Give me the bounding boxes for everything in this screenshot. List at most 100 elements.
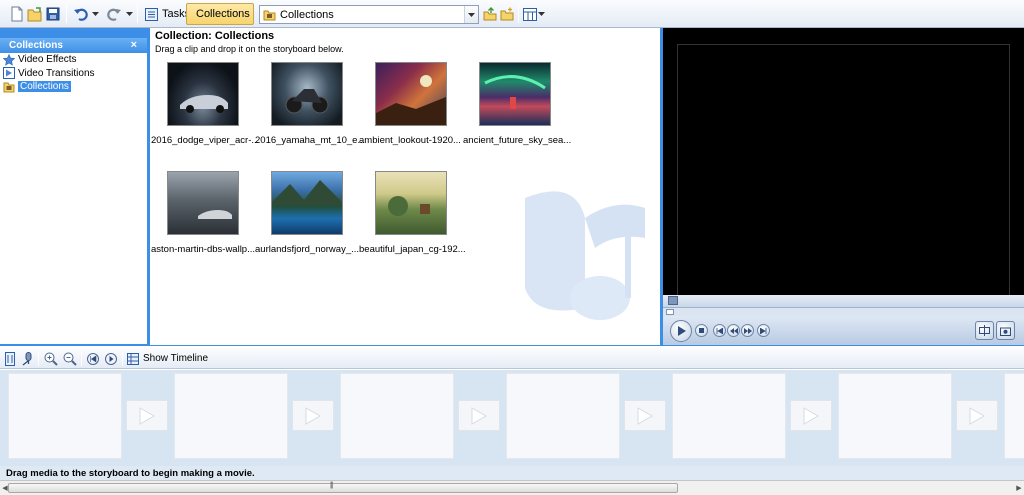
- storyboard-toolbar: Show Timeline: [0, 348, 1024, 369]
- previous-frame-icon[interactable]: [713, 324, 726, 337]
- storyboard-video-slot[interactable]: [506, 373, 620, 459]
- clip-item[interactable]: 2016_dodge_viper_acr-...: [150, 62, 260, 146]
- main-toolbar: Tasks Collections Collections: [0, 0, 1024, 28]
- set-audio-levels-icon[interactable]: [3, 349, 17, 369]
- new-collection-folder-icon[interactable]: [499, 4, 515, 24]
- zoom-in-icon[interactable]: [43, 349, 59, 369]
- tree-item-video-transitions[interactable]: Video Transitions: [0, 67, 147, 81]
- collection-select-value: Collections: [280, 8, 334, 21]
- view-options-icon[interactable]: [522, 4, 538, 24]
- storyboard-transition-slot[interactable]: [126, 400, 168, 431]
- star-icon: [3, 53, 15, 66]
- narrate-timeline-icon[interactable]: [20, 349, 34, 369]
- undo-icon[interactable]: [72, 4, 90, 24]
- clip-item[interactable]: beautiful_japan_cg-192...: [358, 171, 468, 255]
- storyboard-video-slot[interactable]: [8, 373, 122, 459]
- storyboard-video-slot[interactable]: [672, 373, 786, 459]
- toolbar-separator: [122, 351, 123, 366]
- storyboard-transition-slot[interactable]: [458, 400, 500, 431]
- transition-placeholder-icon: [803, 406, 820, 425]
- tree-item-video-effects[interactable]: Video Effects: [0, 53, 147, 67]
- split-clip-icon[interactable]: [975, 321, 994, 340]
- collection-select[interactable]: Collections: [259, 5, 479, 24]
- clip-thumbnail[interactable]: [271, 62, 343, 126]
- playback-controls: [663, 316, 1024, 345]
- toolbar-separator: [518, 5, 519, 23]
- redo-dropdown-icon[interactable]: [125, 4, 133, 24]
- clip-thumbnail[interactable]: [479, 62, 551, 126]
- zoom-out-icon[interactable]: [62, 349, 78, 369]
- up-one-level-icon[interactable]: [482, 4, 498, 24]
- storyboard-transition-slot[interactable]: [790, 400, 832, 431]
- rewind-icon[interactable]: [727, 324, 740, 337]
- clip-thumbnail[interactable]: [167, 171, 239, 235]
- clip-name: aston-martin-dbs-wallp...: [151, 244, 256, 255]
- clip-thumbnail[interactable]: [167, 62, 239, 126]
- new-project-icon[interactable]: [9, 4, 25, 24]
- storyboard-transition-slot[interactable]: [624, 400, 666, 431]
- undo-dropdown-icon[interactable]: [91, 4, 99, 24]
- stop-icon[interactable]: [695, 324, 708, 337]
- toolbar-separator: [38, 351, 39, 366]
- chevron-down-icon[interactable]: [464, 6, 478, 23]
- storyboard-transition-slot[interactable]: [956, 400, 998, 431]
- fullscreen-icon[interactable]: [668, 296, 678, 305]
- transition-placeholder-icon: [139, 406, 156, 425]
- clip-item[interactable]: ambient_lookout-1920...: [358, 62, 468, 146]
- storyboard-video-slot[interactable]: [340, 373, 454, 459]
- clip-item[interactable]: aston-martin-dbs-wallp...: [150, 171, 260, 255]
- play-icon[interactable]: [670, 320, 692, 342]
- tree-item-label: Video Effects: [18, 54, 77, 66]
- scroll-thumb[interactable]: [8, 483, 678, 493]
- clip-thumbnail[interactable]: [375, 62, 447, 126]
- seek-bar[interactable]: [663, 307, 1024, 316]
- collections-folder-icon: [263, 10, 276, 20]
- scroll-right-icon[interactable]: ▶: [1014, 483, 1024, 493]
- open-project-icon[interactable]: [27, 4, 43, 24]
- preview-monitor: [663, 28, 1024, 345]
- tree-item-collections[interactable]: Collections: [0, 80, 147, 94]
- collections-label: Collections: [196, 8, 250, 20]
- film-music-watermark-icon: [515, 178, 655, 341]
- view-dropdown-icon[interactable]: [537, 4, 545, 24]
- show-timeline-button[interactable]: Show Timeline: [127, 350, 208, 367]
- show-timeline-label: Show Timeline: [143, 353, 209, 364]
- clip-name: beautiful_japan_cg-192...: [359, 244, 466, 255]
- pane-header: Collections ×: [0, 38, 147, 53]
- storyboard-video-slot[interactable]: [174, 373, 288, 459]
- clip-item[interactable]: ancient_future_sky_sea...: [462, 62, 572, 146]
- storyboard-video-slot[interactable]: [1004, 373, 1024, 459]
- collections-folder-icon: [3, 81, 15, 93]
- pane-title: Collections: [9, 40, 63, 51]
- clip-thumbnail[interactable]: [375, 171, 447, 235]
- rewind-storyboard-icon[interactable]: [86, 349, 100, 369]
- storyboard-video-slot[interactable]: [838, 373, 952, 459]
- take-picture-icon[interactable]: [996, 321, 1015, 340]
- storyboard-scrollbar[interactable]: ◀ ||| ▶: [0, 480, 1024, 495]
- clip-name: ambient_lookout-1920...: [359, 135, 461, 146]
- preview-status-strip: [663, 295, 1024, 307]
- clip-name: 2016_dodge_viper_acr-...: [151, 135, 260, 146]
- contents-subtitle: Drag a clip and drop it on the storyboar…: [155, 44, 344, 54]
- close-icon[interactable]: ×: [131, 39, 137, 51]
- fast-forward-icon[interactable]: [741, 324, 754, 337]
- transition-icon: [3, 67, 15, 80]
- clip-item[interactable]: 2016_yamaha_mt_10_e...: [254, 62, 364, 146]
- storyboard-transition-slot[interactable]: [292, 400, 334, 431]
- toolbar-separator: [66, 5, 67, 23]
- clip-item[interactable]: aurlandsfjord_norway_...: [254, 171, 364, 255]
- seek-handle[interactable]: [666, 309, 674, 315]
- transition-placeholder-icon: [471, 406, 488, 425]
- clip-name: aurlandsfjord_norway_...: [255, 244, 360, 255]
- clip-thumbnail[interactable]: [271, 171, 343, 235]
- next-frame-icon[interactable]: [757, 324, 770, 337]
- collections-pane: Collections × Video Effects Video Transi…: [0, 38, 147, 344]
- save-icon[interactable]: [45, 4, 61, 24]
- tree-item-label: Video Transitions: [18, 67, 95, 79]
- storyboard[interactable]: [0, 370, 1024, 466]
- play-storyboard-icon[interactable]: [104, 349, 118, 369]
- status-message: Drag media to the storyboard to begin ma…: [0, 466, 1024, 480]
- redo-icon[interactable]: [105, 4, 123, 24]
- collections-button[interactable]: Collections: [186, 3, 254, 25]
- transition-placeholder-icon: [305, 406, 322, 425]
